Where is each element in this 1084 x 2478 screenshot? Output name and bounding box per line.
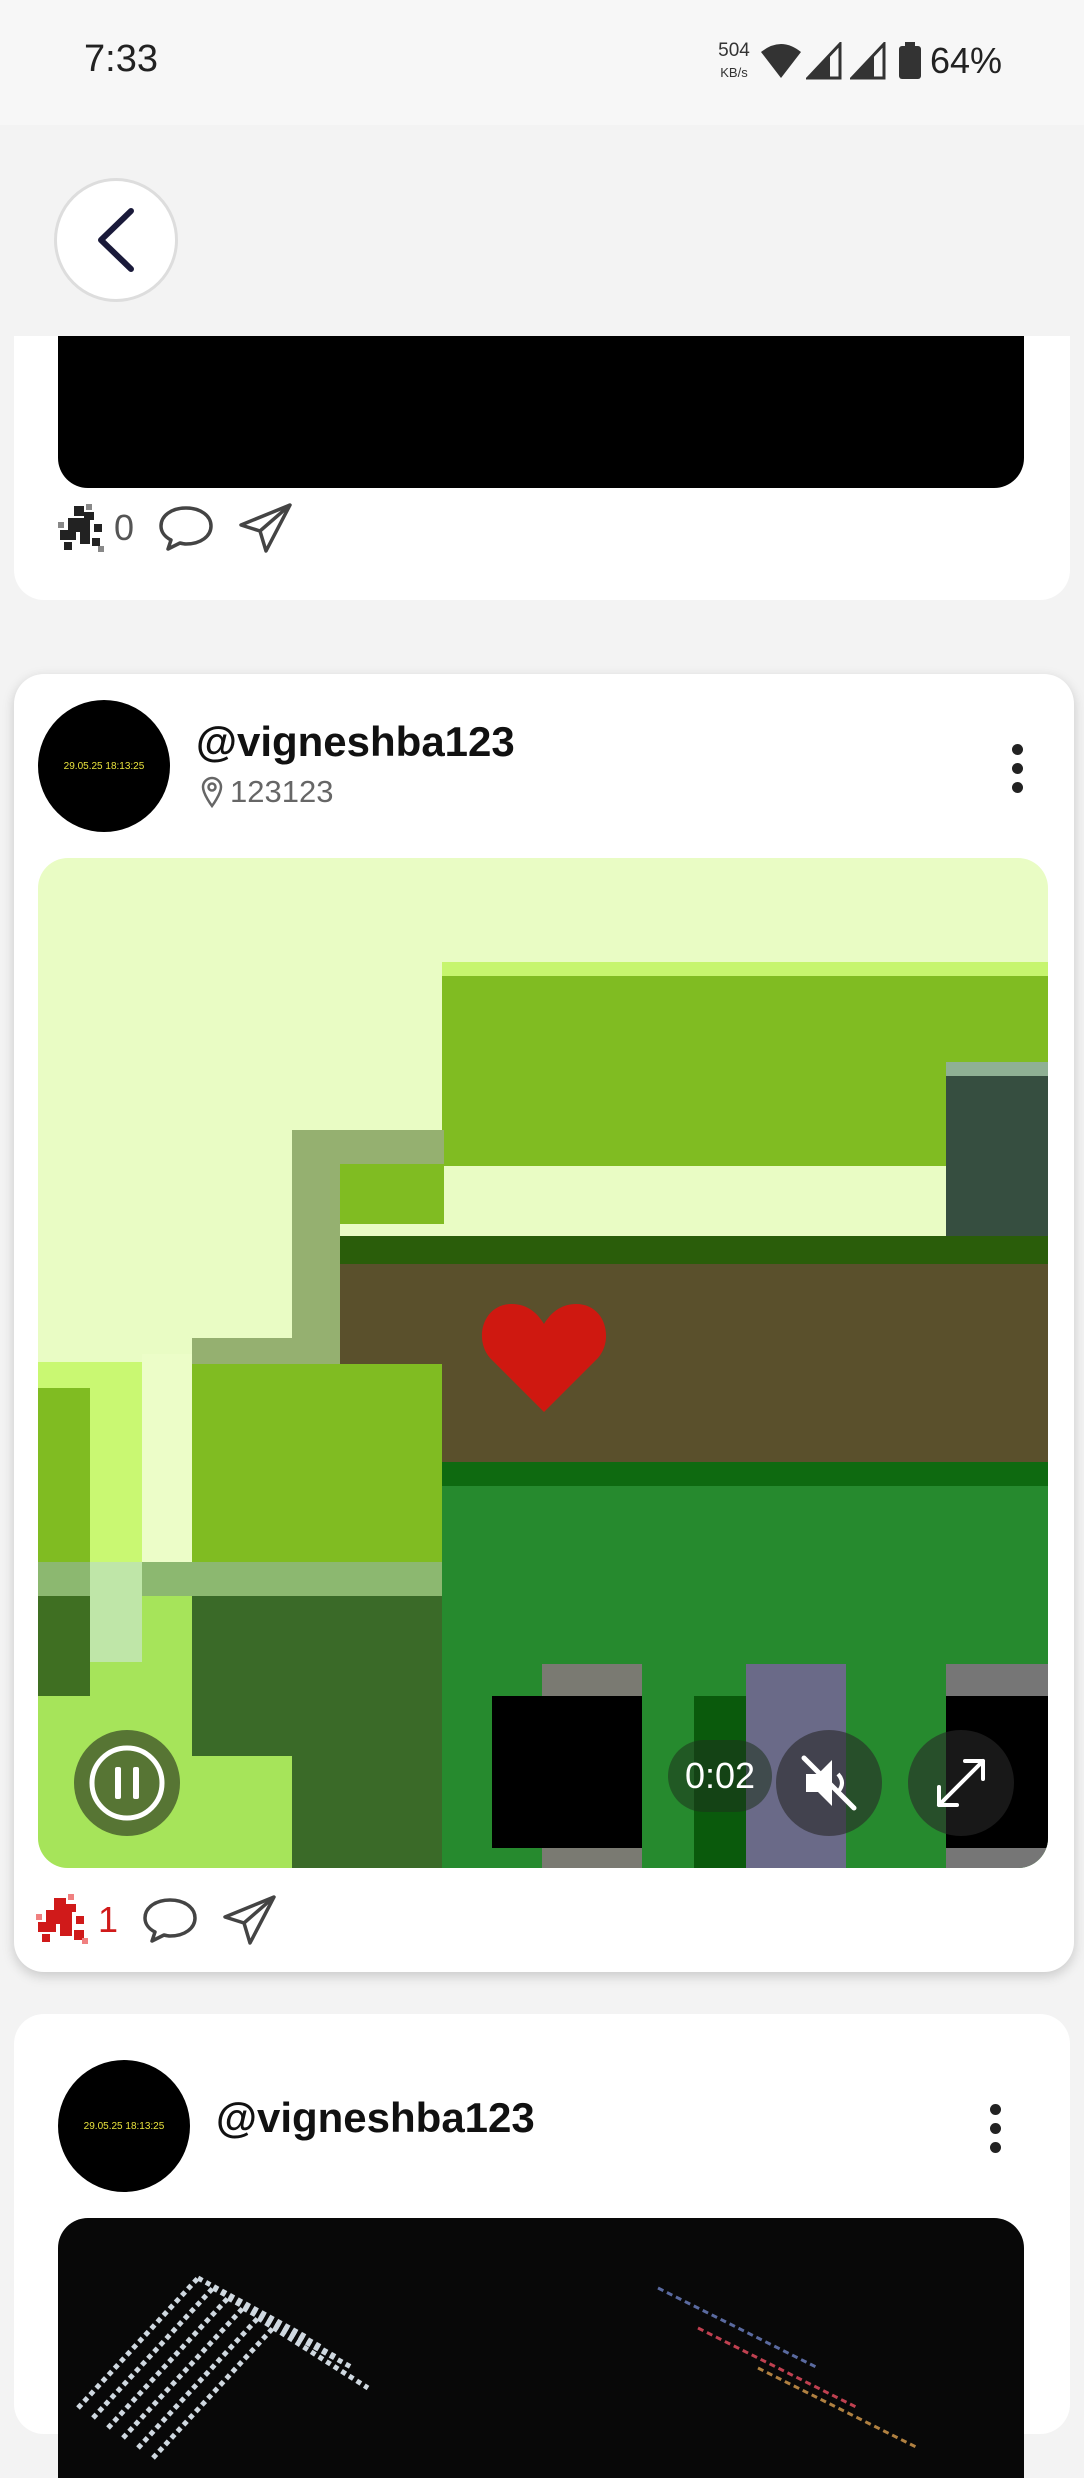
- network-speed: 504 KB/s: [714, 40, 754, 84]
- network-speed-unit: KB/s: [720, 65, 748, 80]
- heart-icon: [481, 1304, 607, 1412]
- frame-block: [192, 1596, 442, 1756]
- frame-block: [946, 1076, 1048, 1256]
- avatar-text: 29.05.25 18:13:25: [83, 2120, 165, 2132]
- volume-off-icon: [801, 1755, 857, 1811]
- post-media[interactable]: [58, 2218, 1024, 2478]
- splatter-like-icon[interactable]: [56, 502, 108, 554]
- frame-block: [292, 1164, 340, 1364]
- like-count: 0: [114, 507, 135, 548]
- video-time: 0:02: [668, 1740, 772, 1812]
- comment-icon[interactable]: [142, 1896, 198, 1944]
- comment-icon[interactable]: [158, 504, 214, 552]
- frame-block: [340, 1236, 1048, 1266]
- like-count: 1: [98, 1899, 119, 1940]
- post-username[interactable]: @vigneshba123: [216, 2094, 535, 2142]
- pause-icon: [89, 1745, 165, 1821]
- signal-icon-2: [850, 42, 886, 80]
- video-player[interactable]: 0:02: [38, 858, 1048, 1868]
- pause-button[interactable]: [74, 1730, 180, 1836]
- frame-block: [340, 1264, 1048, 1464]
- status-bar: 7:33 504 KB/s 64%: [0, 0, 1084, 125]
- media-thumbnail: [76, 2275, 919, 2460]
- frame-block: [340, 1164, 444, 1224]
- signal-icon: [806, 42, 842, 80]
- location-pin-icon: [201, 776, 223, 808]
- wifi-icon: [761, 44, 801, 78]
- frame-block: [38, 1596, 90, 1696]
- post-card: 0: [14, 336, 1070, 600]
- more-options-icon[interactable]: [1012, 744, 1026, 801]
- post-location: 123123: [200, 774, 333, 810]
- more-options-icon[interactable]: [990, 2104, 1004, 2161]
- battery-icon: [899, 42, 921, 79]
- post-username[interactable]: @vigneshba123: [196, 718, 515, 766]
- frame-block: [492, 1696, 642, 1848]
- send-icon[interactable]: [238, 502, 294, 554]
- frame-block: [340, 1462, 1048, 1488]
- chevron-left-icon: [98, 208, 134, 272]
- network-speed-value: 504: [718, 40, 750, 61]
- mute-button[interactable]: [776, 1730, 882, 1836]
- avatar[interactable]: 29.05.25 18:13:25: [38, 700, 170, 832]
- frame-block: [38, 1388, 90, 1564]
- frame-block: [142, 1354, 192, 1564]
- avatar[interactable]: 29.05.25 18:13:25: [58, 2060, 190, 2192]
- frame-block: [192, 1364, 442, 1564]
- send-icon[interactable]: [222, 1894, 278, 1946]
- frame-block: [90, 1562, 142, 1662]
- back-button[interactable]: [54, 178, 178, 302]
- avatar-text: 29.05.25 18:13:25: [63, 760, 145, 772]
- location-text: 123123: [230, 774, 334, 809]
- post-actions: 0: [56, 502, 294, 554]
- expand-icon: [937, 1759, 985, 1807]
- splatter-like-icon-active[interactable]: [36, 1892, 92, 1948]
- battery-percent: 64%: [930, 40, 1003, 81]
- frame-block: [292, 1754, 442, 1868]
- post-card: 29.05.25 18:13:25 @vigneshba123: [14, 2014, 1070, 2478]
- status-time: 7:33: [84, 38, 158, 80]
- post-actions: 1: [36, 1892, 278, 1948]
- fullscreen-button[interactable]: [908, 1730, 1014, 1836]
- post-media[interactable]: [58, 336, 1024, 488]
- post-card: 29.05.25 18:13:25 @vigneshba123 123123 0…: [14, 674, 1074, 1972]
